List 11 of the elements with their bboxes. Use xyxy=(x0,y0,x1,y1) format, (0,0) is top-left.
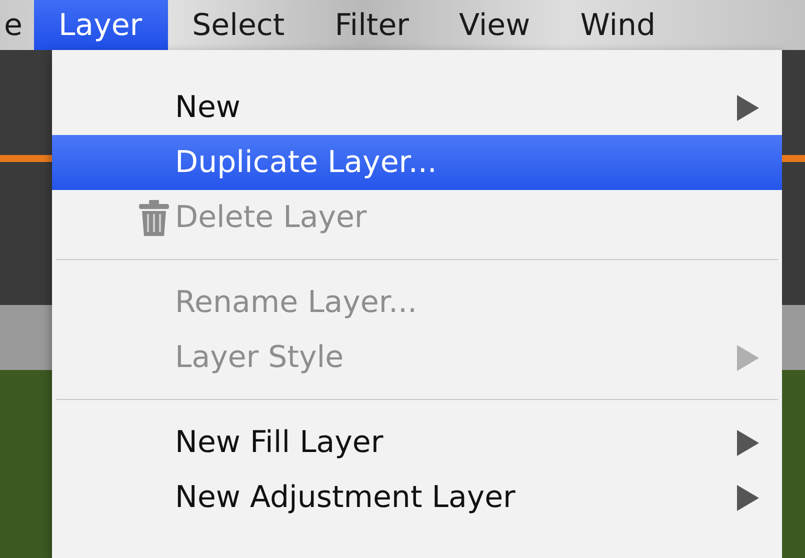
menu-bar-item[interactable]: Select xyxy=(168,0,311,50)
menu-item[interactable]: Duplicate Layer... xyxy=(52,135,782,190)
menu-bar-item[interactable]: Filter xyxy=(310,0,435,50)
trash-icon xyxy=(137,198,171,236)
menu-bar-item[interactable]: View xyxy=(434,0,556,50)
menu-item[interactable]: New xyxy=(52,80,782,135)
menu-bar-item[interactable]: Wind xyxy=(556,0,682,50)
menu-item[interactable]: New Fill Layer xyxy=(52,415,782,470)
menu-bar-item[interactable]: Layer xyxy=(34,0,168,50)
menu-bar-item[interactable]: e xyxy=(0,0,34,50)
menu-item[interactable]: New Adjustment Layer xyxy=(52,470,782,525)
